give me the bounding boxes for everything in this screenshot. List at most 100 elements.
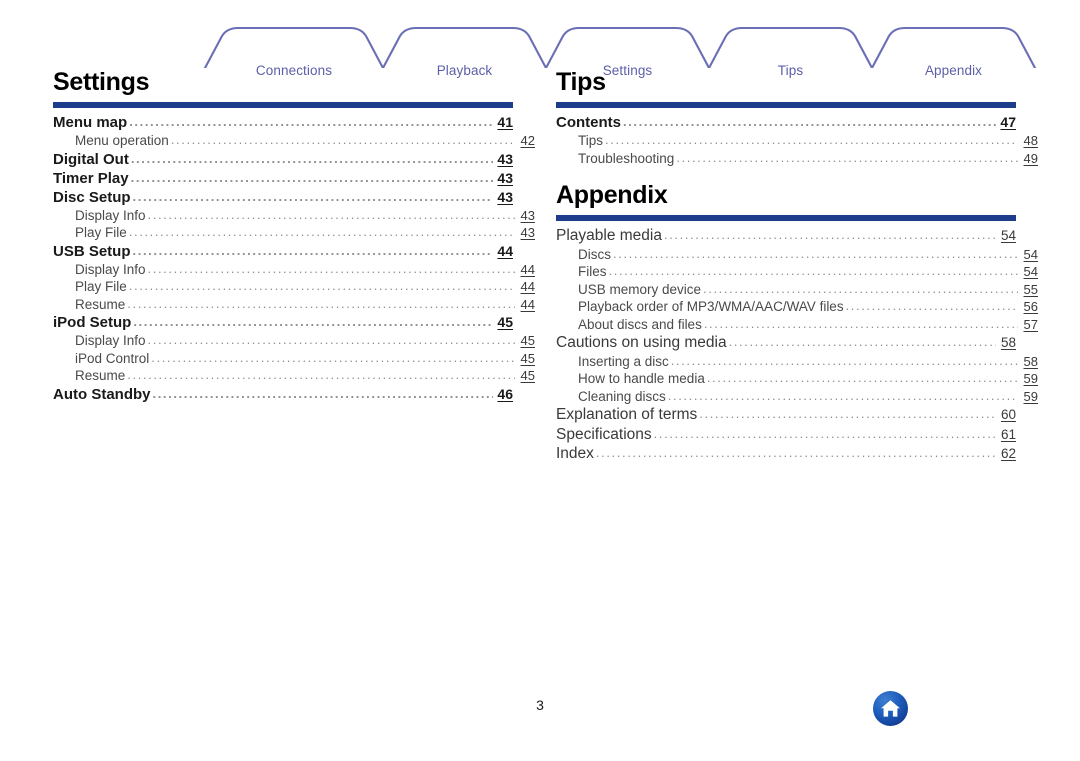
- toc-page-number[interactable]: 49: [1021, 152, 1038, 165]
- toc-page-number[interactable]: 43: [518, 209, 535, 222]
- toc-entry[interactable]: Specifications..........................…: [556, 425, 1016, 445]
- toc-entry[interactable]: Index...................................…: [556, 444, 1016, 464]
- toc-entry-label: Play File: [75, 279, 127, 294]
- toc-entry[interactable]: Menu map................................…: [53, 113, 513, 132]
- toc-entry-label: Discs: [578, 246, 611, 262]
- toc-leader-dots: ........................................…: [608, 264, 1018, 277]
- toc-leader-dots: ........................................…: [130, 151, 493, 165]
- toc-entry[interactable]: About discs and files...................…: [556, 316, 1038, 334]
- toc-entry[interactable]: Disc Setup..............................…: [53, 188, 513, 207]
- toc-entry[interactable]: Play File...............................…: [53, 278, 535, 296]
- toc-entry[interactable]: Timer Play..............................…: [53, 169, 513, 188]
- toc-page-number[interactable]: 57: [1021, 318, 1038, 331]
- toc-entry-label: iPod Control: [75, 350, 150, 366]
- toc-entry[interactable]: Files...................................…: [556, 263, 1038, 281]
- toc-page-number[interactable]: 58: [999, 336, 1016, 350]
- toc-page-number[interactable]: 54: [999, 229, 1016, 243]
- toc-page-number[interactable]: 44: [518, 298, 535, 311]
- toc-entry[interactable]: Cautions on using media.................…: [556, 333, 1016, 353]
- toc-page-number[interactable]: 43: [496, 171, 513, 185]
- toc-entry-label: USB Setup: [53, 242, 131, 260]
- toc-entry[interactable]: iPod Control............................…: [53, 350, 535, 368]
- toc-page-number[interactable]: 54: [1021, 265, 1038, 278]
- toc-leader-dots: ........................................…: [132, 243, 493, 257]
- toc-entry[interactable]: Play File...............................…: [53, 224, 535, 242]
- toc-page-number[interactable]: 56: [1021, 300, 1038, 313]
- toc-page-number[interactable]: 44: [518, 263, 535, 276]
- toc-entry[interactable]: USB Setup...............................…: [53, 242, 513, 261]
- toc-entry[interactable]: Cleaning discs..........................…: [556, 388, 1038, 406]
- toc-leader-dots: ........................................…: [699, 407, 996, 420]
- toc-entry[interactable]: Display Info............................…: [53, 332, 535, 350]
- section-rule: [556, 215, 1016, 221]
- section-rule: [53, 102, 513, 108]
- toc-leader-dots: ........................................…: [128, 225, 515, 238]
- toc-entry[interactable]: Inserting a disc........................…: [556, 353, 1038, 371]
- toc-entry-label: Troubleshooting: [578, 150, 675, 166]
- toc-entry-label: Auto Standby: [53, 385, 151, 403]
- toc-leader-dots: ........................................…: [728, 335, 996, 348]
- toc-entry[interactable]: How to handle media.....................…: [556, 370, 1038, 388]
- toc-leader-dots: ........................................…: [151, 350, 515, 364]
- toc-page-number[interactable]: 59: [1021, 390, 1038, 403]
- toc-entry[interactable]: Resume..................................…: [53, 367, 535, 385]
- toc-entry[interactable]: Discs...................................…: [556, 246, 1038, 264]
- toc-entry[interactable]: Contents................................…: [556, 113, 1016, 132]
- toc-page-number[interactable]: 45: [518, 369, 535, 382]
- toc-entry[interactable]: Resume..................................…: [53, 296, 535, 314]
- toc-entry-label: Cautions on using media: [556, 334, 727, 351]
- toc-entry[interactable]: iPod Setup..............................…: [53, 313, 513, 332]
- chapter-tab-strip: Connections Playback Settings Tips Appen…: [0, 22, 1080, 78]
- toc-leader-dots: ........................................…: [147, 207, 515, 221]
- toc-page-number[interactable]: 42: [518, 134, 535, 147]
- toc-leader-dots: ........................................…: [663, 228, 996, 241]
- toc-leader-dots: ........................................…: [667, 388, 1018, 402]
- toc-entry-label: Inserting a disc: [578, 353, 669, 369]
- toc-leader-dots: ........................................…: [676, 150, 1018, 164]
- toc-entry[interactable]: Display Info............................…: [53, 261, 535, 279]
- toc-entry-label: Resume: [75, 296, 126, 312]
- toc-entry[interactable]: Auto Standby............................…: [53, 385, 513, 404]
- toc-page-number[interactable]: 45: [518, 352, 535, 365]
- toc-page-number[interactable]: 61: [999, 427, 1016, 442]
- toc-entry[interactable]: Playback order of MP3/WMA/AAC/WAV files.…: [556, 298, 1038, 316]
- toc-entry[interactable]: Troubleshooting.........................…: [556, 150, 1038, 168]
- section-title: Tips: [556, 68, 606, 96]
- toc-entry[interactable]: Digital Out.............................…: [53, 150, 513, 169]
- toc-leader-dots: ........................................…: [845, 299, 1018, 312]
- toc-page-number[interactable]: 41: [496, 115, 513, 129]
- toc-page-number[interactable]: 43: [496, 152, 513, 166]
- toc-page-number[interactable]: 43: [518, 226, 535, 239]
- toc-entry[interactable]: Tips....................................…: [556, 132, 1038, 150]
- toc-section: Tips Contents............................…: [556, 68, 1038, 167]
- toc-entry-label: Display Info: [75, 207, 146, 223]
- toc-leader-dots: ........................................…: [605, 133, 1018, 146]
- toc-page-number[interactable]: 48: [1021, 134, 1038, 147]
- toc-leader-dots: ........................................…: [170, 133, 515, 146]
- toc-page-number[interactable]: 47: [999, 115, 1016, 129]
- toc-page-number[interactable]: 58: [1021, 355, 1038, 368]
- toc-entry-label: Menu operation: [75, 133, 169, 148]
- toc-entry-label: Index: [556, 445, 594, 462]
- toc-page-number[interactable]: 55: [1021, 283, 1038, 296]
- toc-entry[interactable]: Menu operation..........................…: [53, 132, 535, 150]
- toc-entry[interactable]: Display Info............................…: [53, 207, 535, 225]
- home-button[interactable]: [873, 691, 908, 726]
- toc-entry[interactable]: Playable media..........................…: [556, 226, 1016, 246]
- toc-page-number[interactable]: 44: [518, 280, 535, 293]
- toc-page-number[interactable]: 54: [1021, 248, 1038, 261]
- toc-page-number[interactable]: 60: [999, 408, 1016, 422]
- toc-page-number[interactable]: 43: [496, 190, 513, 204]
- toc-page-number[interactable]: 44: [496, 244, 513, 258]
- toc-entry-label: Disc Setup: [53, 188, 131, 206]
- toc-entry-label: Resume: [75, 368, 126, 383]
- toc-page-number[interactable]: 46: [496, 387, 513, 401]
- toc-page-number[interactable]: 45: [496, 315, 513, 329]
- toc-entry[interactable]: Explanation of terms....................…: [556, 405, 1016, 425]
- toc-page-number[interactable]: 45: [518, 334, 535, 347]
- toc-page-number[interactable]: 59: [1021, 372, 1038, 385]
- toc-entry-label: Contents: [556, 114, 621, 131]
- toc-section: Appendix Playable media..................…: [556, 183, 1038, 464]
- toc-page-number[interactable]: 62: [999, 447, 1016, 461]
- toc-entry[interactable]: USB memory device.......................…: [556, 281, 1038, 299]
